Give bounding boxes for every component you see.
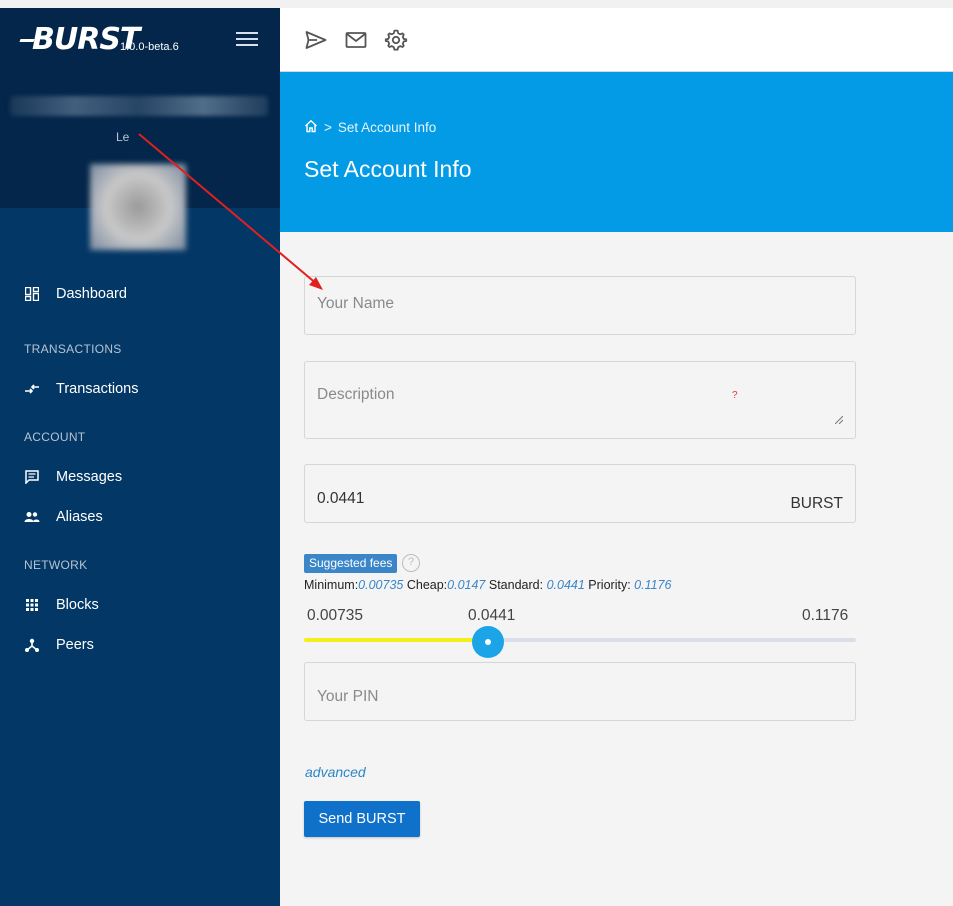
fee-input[interactable] <box>317 490 757 508</box>
sidebar-item-blocks[interactable]: Blocks <box>0 589 280 621</box>
page-header: > Set Account Info Set Account Info <box>280 72 953 232</box>
suggested-fees-badge: Suggested fees <box>304 554 398 573</box>
top-toolbar <box>280 8 953 72</box>
page-title: Set Account Info <box>304 156 472 182</box>
slider-current-label: 0.0441 <box>468 607 516 624</box>
sidebar-item-label: Dashboard <box>56 286 127 302</box>
sidebar-item-label: Messages <box>56 469 123 485</box>
fee-minimum-value[interactable]: 0.00735 <box>358 578 403 592</box>
account-name: Le <box>116 130 130 144</box>
window-top-strip <box>0 0 953 8</box>
fee-summary: Minimum:0.00735 Cheap:0.0147 Standard: 0… <box>304 578 671 592</box>
sidebar-item-label: Aliases <box>56 509 103 525</box>
sidebar-item-label: Peers <box>56 637 94 653</box>
dashboard-icon <box>24 286 40 302</box>
fee-standard-label: Standard: <box>488 578 544 592</box>
fee-slider-track[interactable] <box>304 638 856 642</box>
fee-standard-value[interactable]: 0.0441 <box>547 578 585 592</box>
aliases-icon <box>24 509 40 525</box>
description-field[interactable]: ? <box>304 361 856 439</box>
main-content: ? BURST Suggested fees ? Minimum:0.00735… <box>280 232 953 906</box>
sidebar-item-label: Transactions <box>56 381 139 397</box>
app-version: 1.0.0-beta.6 <box>120 41 179 53</box>
name-field[interactable] <box>304 276 856 335</box>
send-icon[interactable] <box>304 28 328 52</box>
sidebar-item-label: Blocks <box>56 597 99 613</box>
pin-input[interactable] <box>317 688 837 706</box>
sidebar-item-transactions[interactable]: Transactions <box>0 373 280 405</box>
slider-min-label: 0.00735 <box>307 607 364 624</box>
slider-max-label: 0.1176 <box>802 607 849 624</box>
pin-field[interactable] <box>304 662 856 721</box>
fee-minimum-label: Minimum: <box>304 578 359 592</box>
sidebar-item-dashboard[interactable]: Dashboard <box>0 278 280 310</box>
fee-slider-fill <box>304 638 488 642</box>
advanced-link[interactable]: advanced <box>305 764 366 780</box>
name-input[interactable] <box>317 295 837 313</box>
breadcrumb: > Set Account Info <box>304 119 436 136</box>
mail-icon[interactable] <box>344 28 368 52</box>
sidebar-section-transactions: TRANSACTIONS <box>24 342 122 356</box>
fee-unit: BURST <box>790 495 843 512</box>
messages-icon <box>24 469 40 485</box>
resize-handle-icon[interactable] <box>835 416 843 424</box>
blocks-icon <box>24 597 40 613</box>
breadcrumb-current: Set Account Info <box>337 120 437 135</box>
fee-cheap-label: Cheap: <box>406 578 448 592</box>
fee-priority-value[interactable]: 0.1176 <box>634 578 671 592</box>
menu-toggle-icon[interactable] <box>236 32 258 50</box>
account-avatar-blurred <box>90 164 186 250</box>
transactions-icon <box>24 381 40 397</box>
description-input[interactable] <box>317 386 837 426</box>
account-address-blurred <box>10 96 268 116</box>
sidebar-section-network: NETWORK <box>24 558 88 572</box>
sidebar: BURST 1.0.0-beta.6 Le Dashboard TRANSACT… <box>0 8 280 906</box>
sidebar-item-messages[interactable]: Messages <box>0 461 280 493</box>
fee-priority-label: Priority: <box>588 578 631 592</box>
fee-field[interactable]: BURST <box>304 464 856 523</box>
help-icon[interactable]: ? <box>402 554 420 572</box>
send-burst-button[interactable]: Send BURST <box>304 801 420 837</box>
sidebar-item-aliases[interactable]: Aliases <box>0 501 280 533</box>
settings-icon[interactable] <box>384 28 408 52</box>
fee-slider-thumb[interactable] <box>472 626 504 658</box>
description-marker: ? <box>732 390 738 401</box>
sidebar-item-peers[interactable]: Peers <box>0 629 280 661</box>
sidebar-section-account: ACCOUNT <box>24 430 86 444</box>
breadcrumb-separator: > <box>324 120 332 135</box>
fee-cheap-value[interactable]: 0.0147 <box>447 578 485 592</box>
home-icon[interactable] <box>304 119 318 136</box>
peers-icon <box>24 637 40 653</box>
